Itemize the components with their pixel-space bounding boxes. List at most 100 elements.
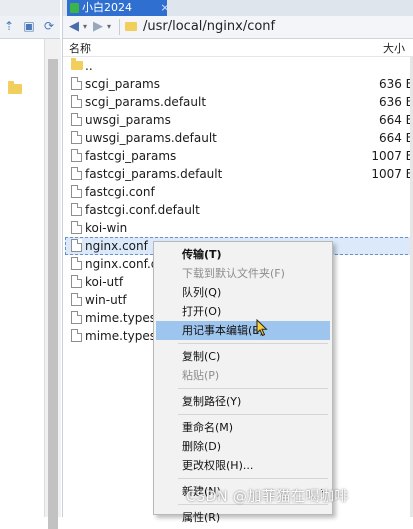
left-pane-toolbar: ⇡ ▣ ⟳ [0,16,60,39]
menu-item[interactable]: 队列(Q) [156,283,330,302]
menu-item: 下载到默认文件夹(F) [156,264,330,283]
path-field[interactable]: /usr/local/nginx/conf [143,18,275,36]
menu-item[interactable]: 用记事本编辑(E) [156,321,330,340]
menu-item[interactable]: 传输(T) [156,245,330,264]
file-name: koi-utf [85,275,124,289]
address-bar: ◀ ▾ ▶ ▾ /usr/local/nginx/conf [63,16,413,39]
file-icon [71,131,82,144]
menu-item-label: 用记事本编辑(E) [182,324,264,337]
menu-separator [178,343,328,344]
file-icon [71,221,82,234]
tab-strip: 小白2024 × [63,0,413,16]
file-name: koi-win [85,221,128,235]
menu-item: 粘贴(P) [156,366,330,385]
file-icon [71,329,82,342]
forward-arrow-icon[interactable]: ▶ [93,19,103,35]
file-name: scgi_params [85,77,160,91]
file-size: 664 By [378,113,413,127]
file-size: 664 By [378,131,413,145]
menu-item-label: 删除(D) [182,440,222,453]
file-icon [71,77,82,90]
menu-item[interactable]: 删除(D) [156,437,330,456]
close-icon[interactable]: × [159,0,171,16]
file-name: win-utf [85,293,127,307]
file-icon [71,149,82,162]
file-name: fastcgi.conf.default [85,203,200,217]
menu-item-label: 粘贴(P) [182,369,220,382]
menu-item-label: 属性(R) [182,511,221,524]
menu-item[interactable]: 复制(C) [156,347,330,366]
menu-item-label: 重命名(M) [182,421,234,434]
left-pane-scrollbar[interactable] [44,39,61,529]
file-name: uwsgi_params.default [85,131,217,145]
back-dropdown-icon[interactable]: ▾ [83,19,87,35]
parent-folder-row[interactable]: .. [65,57,413,75]
menu-separator [178,414,328,415]
session-icon [70,3,79,13]
menu-item-label: 队列(Q) [182,286,222,299]
folder-icon [8,81,22,94]
file-name: uwsgi_params [85,113,171,127]
file-size: 636 By [378,77,413,91]
file-row[interactable]: fastcgi.conf1 [65,183,413,201]
column-header: 名称 大小 [63,38,413,57]
file-row[interactable]: scgi_params 636 By [65,75,413,93]
tab-session[interactable]: 小白2024 × [67,0,170,16]
menu-item-label: 更改权限(H)... [182,459,254,472]
file-icon [71,311,82,324]
file-row[interactable]: uwsgi_params 664 By [65,111,413,129]
file-icon [71,95,82,108]
left-pane-tabstrip [0,0,60,17]
back-arrow-icon[interactable]: ◀ [69,19,79,35]
file-name: mime.types [85,311,156,325]
column-size-header[interactable]: 大小 [383,40,405,56]
file-icon [71,257,82,270]
file-icon [71,293,82,306]
file-name: fastcgi_params [85,149,177,163]
menu-item[interactable]: 打开(O) [156,302,330,321]
new-folder-icon[interactable]: ▣ [22,19,36,33]
folder-icon [125,22,137,31]
file-row[interactable]: fastcgi.conf.default1 [65,201,413,219]
scrollbar-thumb[interactable] [48,59,58,529]
file-name: .. [85,59,93,73]
menu-item-label: 传输(T) [182,248,222,261]
file-name: fastcgi.conf [85,185,155,199]
file-icon [71,185,82,198]
file-row[interactable]: koi-win2 [65,219,413,237]
menu-item-label: 打开(O) [182,305,222,318]
forward-dropdown-icon[interactable]: ▾ [107,19,111,35]
file-icon [71,203,82,216]
menu-separator [178,478,328,479]
file-icon [71,239,82,252]
file-name: scgi_params.default [85,95,207,109]
file-row[interactable]: uwsgi_params.default 664 By [65,129,413,147]
file-name: nginx.conf [85,239,148,253]
folder-icon [71,58,83,70]
refresh-icon[interactable]: ⟳ [42,19,56,33]
column-name-header[interactable]: 名称 [69,40,91,56]
tab-label: 小白2024 [82,1,132,14]
folder-up-icon[interactable]: ⇡ [2,19,16,33]
file-icon [71,167,82,180]
context-menu: 传输(T) 下载到默认文件夹(F) 队列(Q) 打开(O) 用记事本编辑(E) 复制(C)… [153,241,333,524]
file-row[interactable]: fastcgi_params 1007 By [65,147,413,165]
menu-item-label: 下载到默认文件夹(F) [182,267,285,280]
file-name: fastcgi_params.default [85,167,223,181]
file-row[interactable]: fastcgi_params.default 1007 By [65,165,413,183]
file-size: 1007 By [371,167,413,181]
menu-item-label: 复制路径(Y) [182,395,242,408]
menu-item-label: 复制(C) [182,350,221,363]
divider [119,19,120,35]
menu-item[interactable]: 属性(R) [156,508,330,527]
menu-item[interactable]: 重命名(M) [156,418,330,437]
menu-item[interactable]: 复制路径(Y) [156,392,330,411]
left-pane-filelist[interactable] [0,39,44,517]
file-size: 636 By [378,95,413,109]
file-size: 1007 By [371,149,413,163]
menu-item[interactable]: 更改权限(H)... [156,456,330,475]
file-icon [71,113,82,126]
watermark: CSDN @加菲猫在喝咖啡 [186,489,349,505]
file-row[interactable]: scgi_params.default 636 By [65,93,413,111]
file-icon [71,275,82,288]
